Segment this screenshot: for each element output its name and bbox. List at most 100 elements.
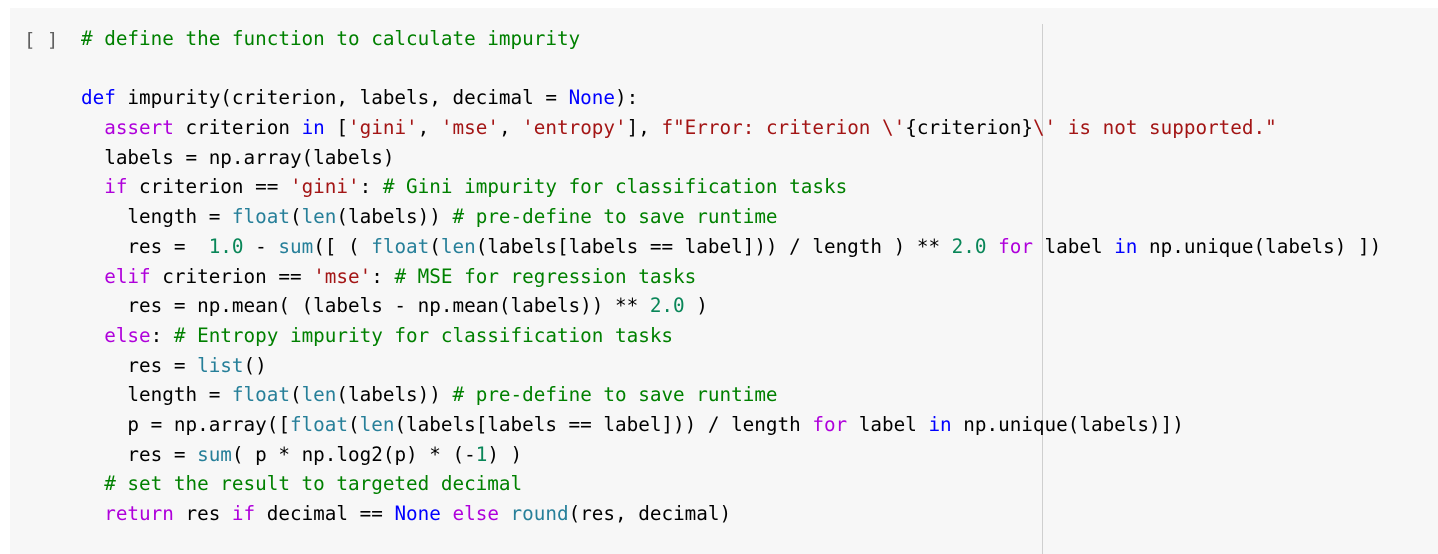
code-token: ): [615,86,639,110]
code-token: float [371,234,430,258]
code-token: () [243,353,267,377]
code-line[interactable]: return res if decimal == None else round… [81,499,1381,529]
code-token: else [452,502,499,525]
code-token: ( [289,383,302,407]
code-token: # pre-define to save runtime [452,205,778,229]
code-token: 1.0 [208,234,244,258]
code-token: # MSE for regression tasks [394,264,697,288]
code-line[interactable]: assert criterion in ['gini', 'mse', 'ent… [81,113,1381,143]
code-token: len [440,234,476,258]
code-token: ) [684,294,708,318]
code-token: 'gini' [348,116,418,140]
code-line[interactable]: labels = np.array(labels) [81,143,1381,173]
code-token: if [104,175,128,199]
code-line[interactable]: # set the result to targeted decimal [81,469,1381,499]
code-line[interactable] [81,54,1381,84]
code-token: list [197,353,244,377]
code-token: criterion == [150,264,314,288]
code-token: (res, decimal) [568,502,732,525]
code-token: len [301,383,337,407]
code-editor[interactable]: # define the function to calculate impur… [81,24,1381,529]
code-line[interactable]: res = np.mean( (labels - np.mean(labels)… [81,291,1381,321]
code-line[interactable]: elif criterion == 'mse': # MSE for regre… [81,262,1381,292]
code-token: # set the result to targeted decimal [104,472,523,496]
code-token: criterion [173,116,302,140]
code-token: res = [81,442,198,466]
code-token: float [231,205,290,229]
code-token: # define the function to calculate impur… [81,27,581,50]
code-token: , [498,116,523,140]
code-token: ( [289,205,302,229]
code-token: f"Error: criterion \' [661,116,906,140]
code-token: : [150,323,174,347]
code-token: elif [104,264,151,288]
code-token: (labels[labels == label])) / length ) ** [475,234,952,258]
code-token: np.unique(labels)]) [951,412,1184,436]
code-line[interactable]: res = list() [81,351,1381,381]
code-token: {criterion} [905,116,1033,140]
code-token: p = np.array([ [81,412,290,436]
code-line[interactable]: # define the function to calculate impur… [81,24,1381,54]
code-token: : [371,264,395,288]
code-token: # Entropy impurity for classification ta… [173,323,674,347]
code-token: return [104,502,174,525]
code-token: def [81,86,116,110]
code-token: label [1032,234,1115,258]
code-token: 'entropy' [522,116,627,140]
code-token: in [301,116,325,140]
code-line[interactable]: def impurity(criterion, labels, decimal … [81,83,1381,113]
code-token: ( [348,412,360,436]
code-token: 1 [475,442,488,466]
code-token: labels = np.array(labels) [81,145,395,169]
code-token: float [231,383,290,407]
code-token: (labels)) [336,383,453,407]
code-token: , [417,116,441,140]
code-token: # pre-define to save runtime [452,383,778,407]
code-token: len [359,412,395,436]
code-line[interactable]: length = float(len(labels)) # pre-define… [81,380,1381,410]
code-token: None [568,86,615,110]
run-cell-button[interactable]: [ ] [24,28,58,52]
code-line[interactable]: res = 1.0 - sum([ ( float(len(labels[lab… [81,232,1381,262]
code-token: impurity(criterion, labels, decimal = [115,86,569,110]
code-token: 2.0 [951,234,987,258]
code-line[interactable]: length = float(len(labels)) # pre-define… [81,202,1381,232]
code-token: if [231,502,256,525]
code-token: res = [81,234,209,258]
code-token: sum [278,234,314,258]
code-token: \' is not supported." [1032,116,1277,140]
code-token: round [510,502,569,525]
code-token: 'gini' [289,175,360,199]
code-token: ( p * np.log2(p) * (- [231,442,476,466]
code-cell[interactable]: [ ] # define the function to calculate i… [10,8,1438,554]
code-token: : [359,175,383,199]
code-token: ], [626,116,662,140]
code-token: 'mse' [313,264,372,288]
code-token: ) ) [487,442,523,466]
code-line[interactable]: if criterion == 'gini': # Gini impurity … [81,172,1381,202]
code-token: # Gini impurity for classification tasks [382,175,848,199]
code-token: len [301,205,337,229]
code-token: for [998,234,1033,258]
code-token: sum [197,442,232,466]
code-token: assert [104,116,174,140]
code-line[interactable]: else: # Entropy impurity for classificat… [81,321,1381,351]
code-token: 2.0 [649,294,685,318]
code-token: None [394,502,441,525]
code-token: criterion == [127,175,290,199]
code-token: - [243,234,279,258]
code-token: in [1114,234,1138,258]
code-line[interactable]: p = np.array([float(len(labels[labels ==… [81,410,1381,440]
code-token: in [928,412,952,436]
code-line[interactable]: res = sum( p * np.log2(p) * (-1) ) [81,440,1381,470]
code-token: (labels[labels == label])) / length [394,412,813,436]
code-token: res = np.mean( (labels - np.mean(labels)… [81,294,650,318]
code-token: float [289,412,348,436]
